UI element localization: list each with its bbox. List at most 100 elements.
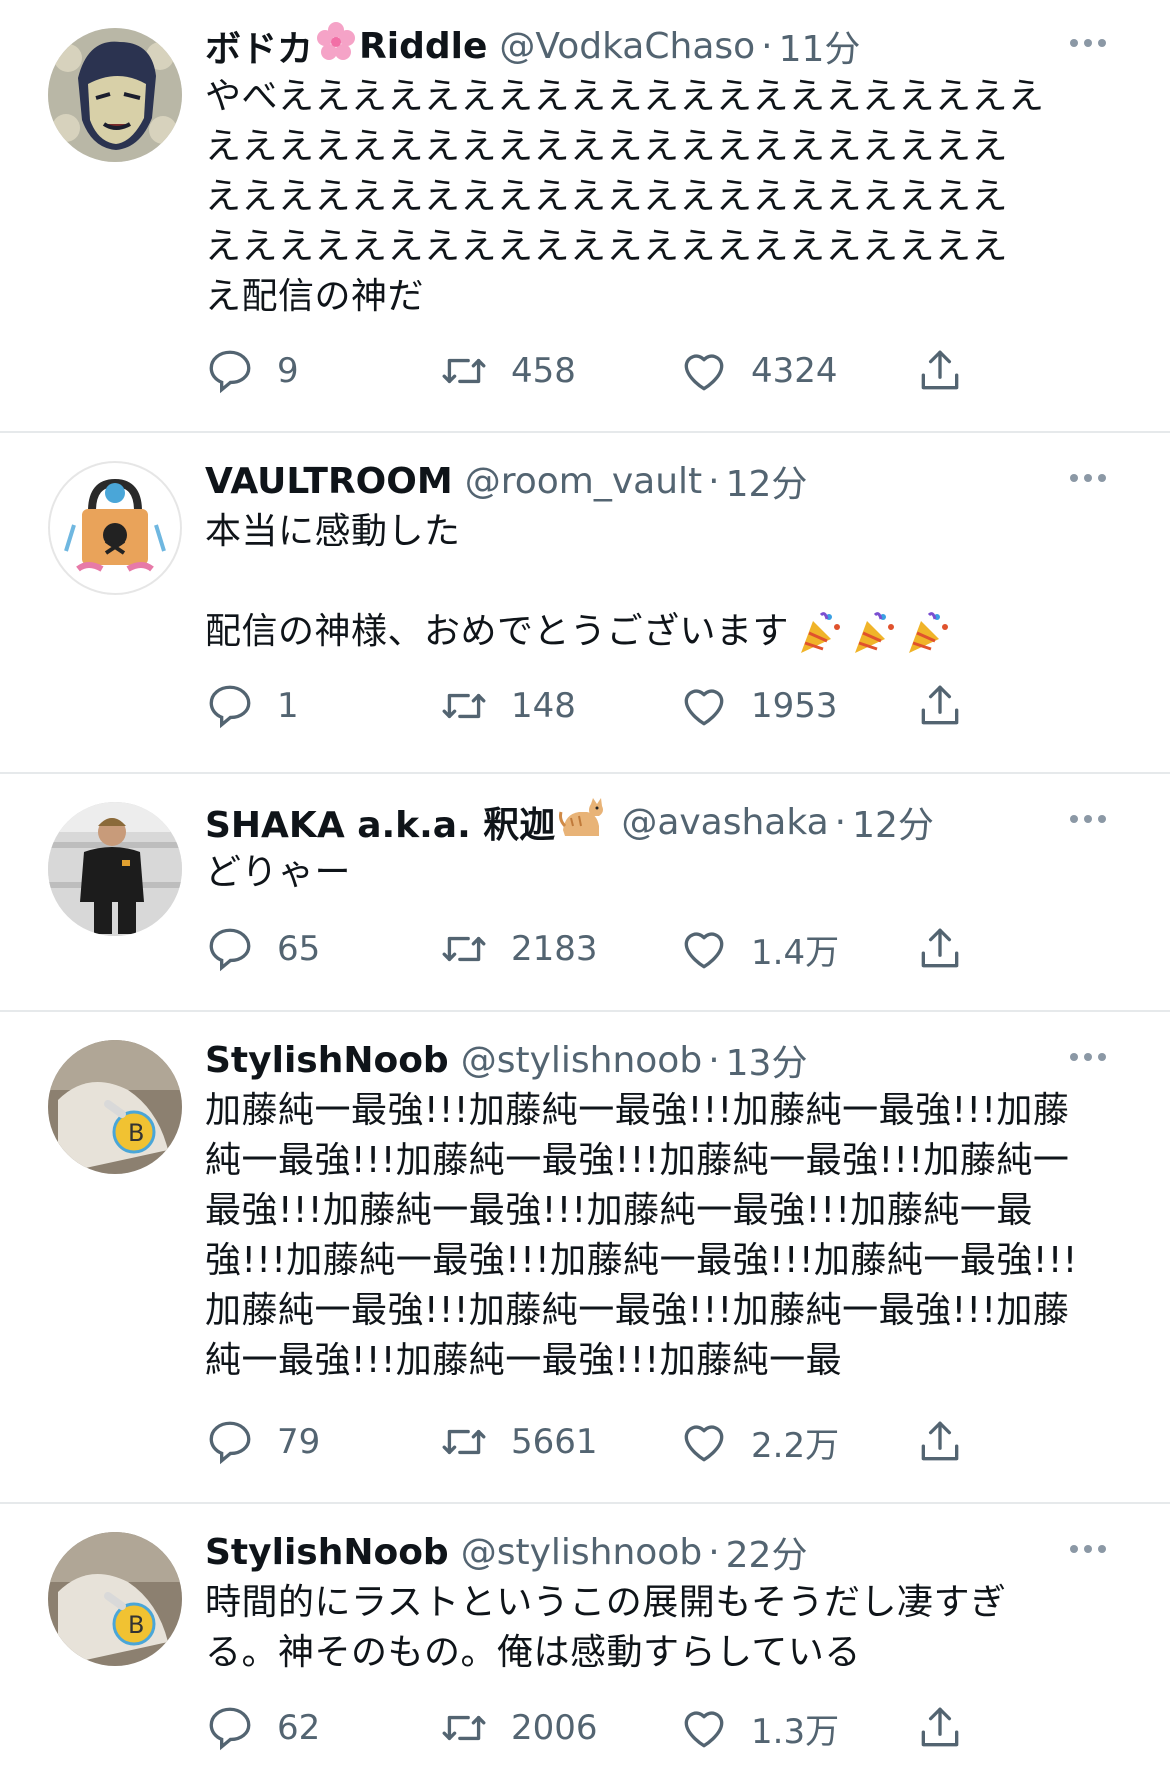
reply-count: 65 (277, 929, 321, 969)
share-button[interactable] (915, 1412, 987, 1472)
share-icon (921, 350, 959, 390)
cat-icon (557, 796, 607, 849)
reply-button[interactable]: 9 (205, 341, 299, 401)
like-count: 1953 (751, 686, 838, 726)
tweet[interactable]: B StylishNoob @stylishnoob · 22分 時間的にラスト… (0, 1504, 1170, 1784)
avatar[interactable] (48, 802, 182, 936)
more-options-icon[interactable] (1058, 463, 1118, 493)
avatar-image (48, 802, 182, 936)
display-name[interactable]: StylishNoob (205, 1040, 449, 1081)
like-count: 1.3万 (751, 1711, 840, 1752)
more-options-icon[interactable] (1058, 804, 1118, 834)
like-button[interactable]: 1.3万 (679, 1698, 839, 1758)
retweet-count: 458 (511, 351, 576, 391)
avatar[interactable] (48, 28, 182, 162)
user-handle[interactable]: @VodkaChaso (499, 26, 755, 67)
heart-icon (684, 689, 724, 726)
tweet-text: やべえええええええええええええええええええええ ええええええええええええええええ… (205, 76, 1045, 317)
user-handle[interactable]: @stylishnoob (461, 1040, 702, 1081)
reply-button[interactable]: 1 (205, 676, 299, 736)
retweet-icon (442, 358, 486, 384)
retweet-icon (442, 1429, 486, 1455)
action-bar: 1 148 1953 (205, 676, 985, 736)
display-name[interactable]: SHAKA a.k.a. 釈迦 (205, 796, 555, 848)
tweet-text: 本当に感動した 配信の神様、おめでとうございます (205, 507, 1106, 657)
avatar[interactable] (48, 461, 182, 595)
retweet-button[interactable]: 458 (439, 341, 576, 401)
retweet-count: 148 (511, 686, 576, 726)
tweet-text: 加藤純一最強!!!加藤純一最強!!!加藤純一最強!!!加藤 純一最強!!!加藤純… (205, 1090, 1078, 1381)
retweet-button[interactable]: 5661 (439, 1412, 598, 1472)
share-button[interactable] (915, 341, 987, 401)
more-options-icon[interactable] (1058, 1534, 1118, 1564)
reply-count: 9 (277, 351, 299, 391)
share-icon (921, 1707, 959, 1747)
reply-count: 1 (277, 686, 299, 726)
user-handle[interactable]: @avashaka (621, 802, 828, 843)
retweet-button[interactable]: 148 (439, 676, 576, 736)
user-handle[interactable]: @stylishnoob (461, 1532, 702, 1573)
user-handle[interactable]: @room_vault (465, 461, 702, 502)
like-button[interactable]: 4324 (679, 341, 838, 401)
timestamp[interactable]: 13分 (726, 1034, 808, 1086)
cherry-blossom-icon (315, 21, 357, 72)
tweet-text-body: 本当に感動した 配信の神様、おめでとうございます (205, 511, 790, 652)
svg-text:B: B (128, 1119, 144, 1147)
reply-button[interactable]: 79 (205, 1412, 320, 1472)
timestamp[interactable]: 11分 (779, 20, 861, 72)
like-button[interactable]: 2.2万 (679, 1412, 839, 1472)
retweet-icon (442, 936, 486, 962)
timestamp[interactable]: 12分 (852, 796, 934, 848)
tweet[interactable]: B StylishNoob @stylishnoob · 13分 加藤純一最強!… (0, 1012, 1170, 1504)
party-popper-icon (849, 609, 897, 657)
display-name[interactable]: VAULTROOM (205, 461, 453, 502)
retweet-button[interactable]: 2183 (439, 919, 598, 979)
action-bar: 62 2006 1.3万 (205, 1698, 985, 1758)
tweet[interactable]: VAULTROOM @room_vault · 12分 本当に感動した 配信の神… (0, 433, 1170, 774)
avatar[interactable]: B (48, 1040, 182, 1174)
reply-count: 62 (277, 1708, 321, 1748)
heart-icon (684, 354, 724, 391)
heart-icon (684, 932, 724, 969)
reply-button[interactable]: 62 (205, 1698, 320, 1758)
reply-button[interactable]: 65 (205, 919, 320, 979)
retweet-icon (442, 1715, 486, 1741)
reply-icon (209, 350, 251, 394)
tweet[interactable]: SHAKA a.k.a. 釈迦 @avashaka · 12分 どりゃー 65 … (0, 774, 1170, 1012)
like-button[interactable]: 1953 (679, 676, 838, 736)
share-button[interactable] (915, 1698, 987, 1758)
reply-icon (209, 685, 251, 729)
timestamp[interactable]: 12分 (726, 455, 808, 507)
avatar-image: B (48, 1040, 182, 1174)
tweet-text: どりゃー (205, 852, 352, 893)
more-options-icon[interactable] (1058, 28, 1118, 58)
share-button[interactable] (915, 919, 987, 979)
timestamp[interactable]: 22分 (726, 1526, 808, 1578)
action-bar: 79 5661 2.2万 (205, 1412, 985, 1472)
share-button[interactable] (915, 676, 987, 736)
separator-dot: · (708, 1039, 720, 1081)
tweet-text: 時間的にラストというこの展開もそうだし凄すぎ る。神そのもの。俺は感動すらしてい… (205, 1582, 1007, 1673)
reply-icon (209, 928, 251, 972)
separator-dot: · (708, 460, 720, 502)
tweet[interactable]: ボドカ Riddle @VodkaChaso · 11分 やべえええええええええ… (0, 0, 1170, 433)
display-name-suffix[interactable]: Riddle (359, 26, 487, 67)
like-button[interactable]: 1.4万 (679, 919, 839, 979)
retweet-count: 2006 (511, 1708, 598, 1748)
share-icon (921, 1421, 959, 1461)
separator-dot: · (834, 801, 847, 843)
retweet-button[interactable]: 2006 (439, 1698, 598, 1758)
heart-icon (684, 1711, 724, 1748)
separator-dot: · (708, 1531, 720, 1573)
display-name[interactable]: StylishNoob (205, 1532, 449, 1573)
timeline: ボドカ Riddle @VodkaChaso · 11分 やべえええええええええ… (0, 0, 1170, 1784)
avatar[interactable]: B (48, 1532, 182, 1666)
more-options-icon[interactable] (1058, 1042, 1118, 1072)
reply-icon (209, 1421, 251, 1465)
retweet-count: 5661 (511, 1422, 598, 1462)
party-popper-icon (795, 609, 843, 657)
display-name[interactable]: ボドカ (205, 20, 313, 72)
share-icon (921, 685, 959, 725)
heart-icon (684, 1425, 724, 1462)
svg-text:B: B (128, 1611, 144, 1639)
